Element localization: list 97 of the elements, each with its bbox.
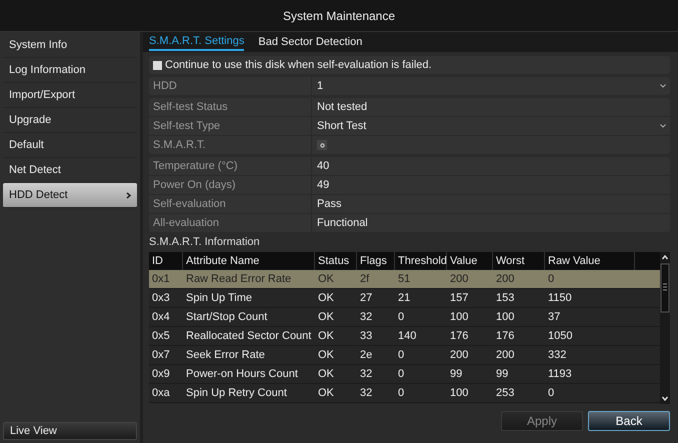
table-cell-text: 0 bbox=[397, 348, 406, 363]
table-cell-text: 200 bbox=[495, 272, 516, 287]
checkbox[interactable] bbox=[153, 60, 162, 70]
table-cell-text: 0 bbox=[547, 386, 556, 401]
checkbox-label: Continue to use this disk when self-evaluation is failed. bbox=[165, 59, 432, 71]
table-cell-text: 200 bbox=[495, 348, 516, 363]
table-cell-text: 100 bbox=[449, 310, 470, 325]
sidebar-item[interactable]: Default bbox=[3, 133, 137, 158]
field-value: 40 bbox=[316, 159, 330, 174]
dropdown[interactable]: 1 bbox=[312, 77, 670, 95]
table-row[interactable]: 0x3 Spin Up Time OK 27 21 157 153 1150 bbox=[149, 289, 660, 308]
table-cell-text: 21 bbox=[397, 291, 412, 306]
table-cell-text: 99 bbox=[495, 367, 510, 382]
table-cell-text: 0x9 bbox=[151, 367, 171, 382]
sidebar-item[interactable]: System Info bbox=[3, 33, 137, 58]
field-value: Pass bbox=[316, 197, 342, 212]
dropdown[interactable]: Short Test bbox=[312, 117, 670, 135]
table-cell-text: 0x5 bbox=[151, 329, 171, 344]
table-cell-text: 2f bbox=[359, 272, 370, 287]
table-row[interactable]: 0x4 Start/Stop Count OK 32 0 100 100 37 bbox=[149, 308, 660, 327]
table-cell-text: 99 bbox=[449, 367, 464, 382]
table-cell-text: 0x4 bbox=[151, 310, 171, 325]
table-cell-text: OK bbox=[317, 386, 335, 401]
table-cell-text: 140 bbox=[397, 329, 418, 344]
table-cell-text: 32 bbox=[359, 310, 374, 325]
table-cell-text: 32 bbox=[359, 367, 374, 382]
table-cell-text: OK bbox=[317, 329, 335, 344]
table-cell-text: 0 bbox=[397, 310, 406, 325]
table-cell-text: 33 bbox=[359, 329, 374, 344]
table-row[interactable]: 0x9 Power-on Hours Count OK 32 0 99 99 1193 bbox=[149, 365, 660, 384]
caret-icon bbox=[660, 124, 666, 128]
table-cell-text: Spin Up Retry Count bbox=[185, 386, 288, 401]
table-cell-text: 332 bbox=[547, 348, 568, 363]
table-cell-text: Reallocated Sector Count bbox=[185, 329, 312, 344]
table-cell-text: 200 bbox=[449, 272, 470, 287]
table-cell-text: OK bbox=[317, 367, 335, 382]
sidebar-item[interactable]: HDD Detect bbox=[3, 183, 137, 208]
smart-detail-button[interactable] bbox=[317, 140, 327, 150]
table-cell-text: 0 bbox=[547, 272, 556, 287]
sidebar-item[interactable]: Log Information bbox=[3, 58, 137, 83]
table-cell-text: OK bbox=[317, 348, 335, 363]
table-cell-text: 253 bbox=[495, 386, 516, 401]
table-row[interactable]: 0x1 Raw Read Error Rate OK 2f 51 200 200 0 bbox=[149, 270, 660, 289]
table-cell-text: 32 bbox=[359, 386, 374, 401]
table-cell-text: Start/Stop Count bbox=[185, 310, 268, 325]
table-cell-text: 0 bbox=[397, 386, 406, 401]
table-cell-text: OK bbox=[317, 310, 335, 325]
table-cell-text: 176 bbox=[495, 329, 516, 344]
table-row[interactable]: 0x5 Reallocated Sector Count OK 33 140 176 176 1050 bbox=[149, 327, 660, 346]
window-title: System Maintenance bbox=[282, 8, 396, 22]
field-value: 49 bbox=[316, 178, 330, 193]
live-view-button[interactable]: Live View bbox=[3, 422, 137, 440]
sidebar-item[interactable]: Import/Export bbox=[3, 83, 137, 108]
section-title: S.M.A.R.T. Information bbox=[149, 235, 261, 249]
caret-icon bbox=[660, 84, 666, 88]
table-row[interactable]: 0xa Spin Up Retry Count OK 32 0 100 253 0 bbox=[149, 384, 660, 403]
table-cell-text: 1050 bbox=[547, 329, 574, 344]
field-label: All-evaluation bbox=[149, 214, 312, 232]
table-cell-text: 0 bbox=[397, 367, 406, 382]
table-cell-text: Power-on Hours Count bbox=[185, 367, 299, 382]
tab[interactable]: S.M.A.R.T. Settings bbox=[149, 33, 244, 51]
field-label: Self-evaluation bbox=[149, 195, 312, 213]
table-cell-text: Raw Read Error Rate bbox=[185, 272, 292, 287]
table-cell-text: 0x3 bbox=[151, 291, 171, 306]
table-cell-text: Spin Up Time bbox=[185, 291, 254, 306]
scrollbar[interactable] bbox=[660, 252, 670, 404]
field-label: Temperature (°C) bbox=[149, 157, 312, 175]
tab[interactable]: Bad Sector Detection bbox=[258, 34, 362, 50]
table-cell-text: 153 bbox=[495, 291, 516, 306]
action-button[interactable]: Back bbox=[588, 411, 670, 431]
table-cell-text: 2e bbox=[359, 348, 374, 363]
table-cell-text: OK bbox=[317, 291, 335, 306]
field-label: S.M.A.R.T. bbox=[149, 136, 312, 154]
table-cell-text: 200 bbox=[449, 348, 470, 363]
table-cell-text: 176 bbox=[449, 329, 470, 344]
sidebar-item[interactable]: Upgrade bbox=[3, 108, 137, 133]
field-value: Not tested bbox=[316, 100, 368, 115]
table-cell-text: 0x7 bbox=[151, 348, 171, 363]
table-cell-text: 100 bbox=[495, 310, 516, 325]
field-label: HDD bbox=[149, 77, 312, 95]
table-cell-text: 51 bbox=[397, 272, 412, 287]
table-cell-text: 27 bbox=[359, 291, 374, 306]
table-cell-text: 1193 bbox=[547, 367, 573, 382]
table-cell-text: 0xa bbox=[151, 386, 171, 401]
table-cell-text: OK bbox=[317, 272, 335, 287]
table-cell-text: Seek Error Rate bbox=[185, 348, 266, 363]
chevron-right-icon bbox=[126, 192, 131, 198]
table-cell-text: 100 bbox=[449, 386, 470, 401]
table-cell-text: 37 bbox=[547, 310, 562, 325]
table-cell-text: 0x1 bbox=[151, 272, 171, 287]
field-label: Power On (days) bbox=[149, 176, 312, 194]
table-cell-text: 157 bbox=[449, 291, 470, 306]
field-value: Functional bbox=[316, 216, 369, 231]
table-cell-text: 1150 bbox=[547, 291, 573, 306]
field-label: Self-test Type bbox=[149, 117, 312, 135]
table-row[interactable]: 0x7 Seek Error Rate OK 2e 0 200 200 332 bbox=[149, 346, 660, 365]
field-label: Self-test Status bbox=[149, 98, 312, 116]
